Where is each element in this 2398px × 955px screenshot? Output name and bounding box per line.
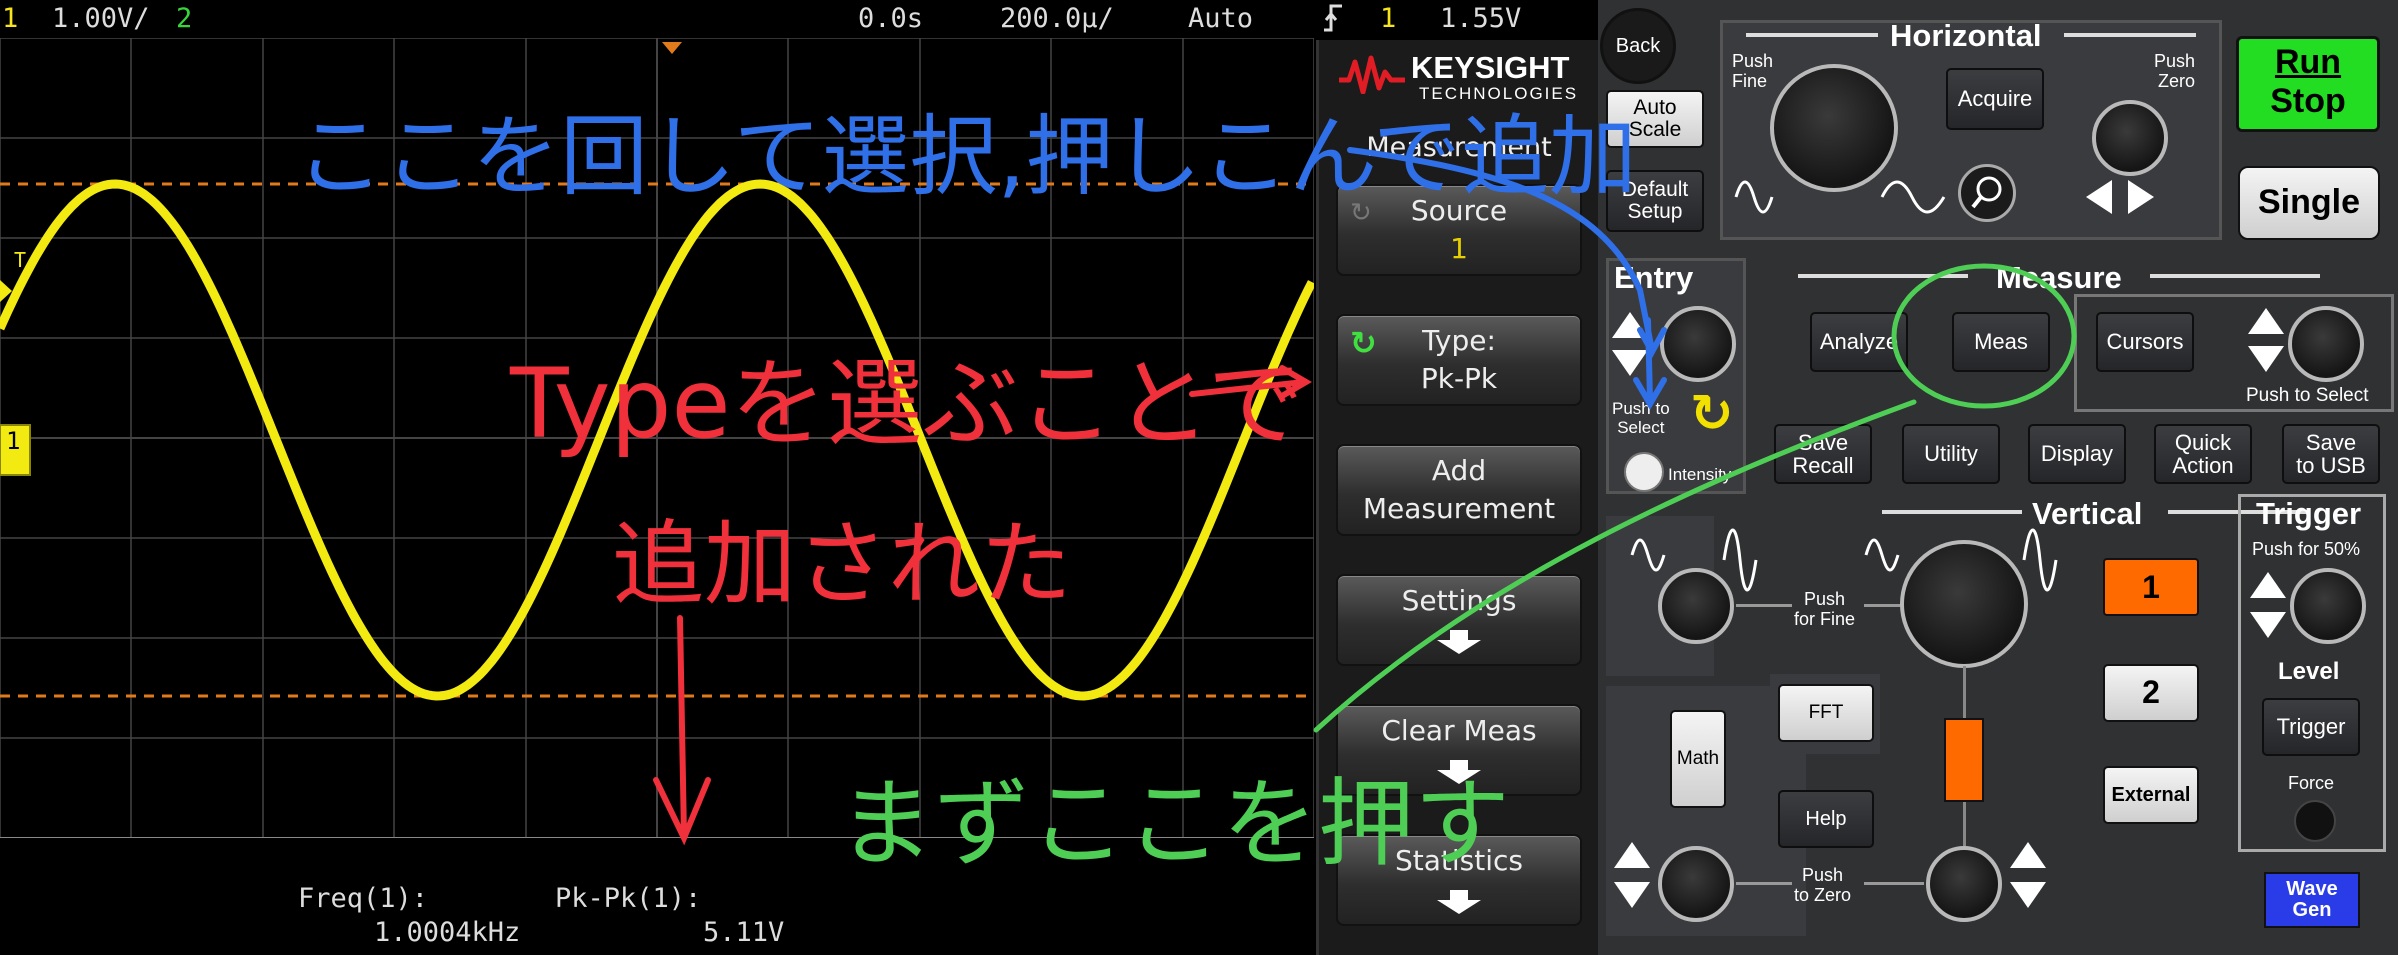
red-arrow-down-stroke [653,615,711,846]
green-line-stroke [1313,399,1917,733]
oscilloscope-ui: 1 1.00V/ 2 0.0s 200.0µ/ Auto 1 1.55V T 1… [0,0,2398,955]
green-circle-stroke [1891,263,2077,409]
blue-arrow-stroke [1347,147,1667,410]
red-arrow-right-stroke [1189,365,1312,399]
annotation-strokes [653,147,2077,846]
